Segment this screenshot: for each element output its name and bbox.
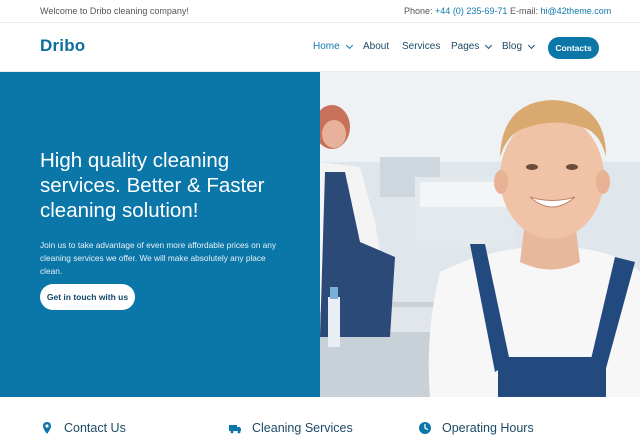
hero-description: Join us to take advantage of even more a… — [40, 240, 276, 276]
nav-label: Pages — [451, 41, 480, 52]
main-header: Dribo Home About Services Pages Blog Con… — [0, 23, 640, 72]
nav-label: Blog — [502, 41, 523, 52]
nav-item-services[interactable]: Services — [402, 41, 440, 52]
phone-label: Phone: — [404, 6, 433, 16]
chevron-down-icon — [485, 41, 493, 49]
feature-contact-us[interactable]: Contact Us — [40, 421, 126, 435]
hero-title: High quality cleaning services. Better &… — [40, 149, 265, 222]
nav-label: Home — [313, 41, 340, 52]
feature-cleaning-services[interactable]: Cleaning Services — [228, 421, 353, 435]
logo[interactable]: Dribo — [40, 36, 85, 56]
hero-section: High quality cleaning services. Better &… — [0, 72, 640, 397]
nav-item-blog[interactable]: Blog — [502, 41, 536, 52]
feature-operating-hours[interactable]: Operating Hours — [418, 421, 534, 435]
clock-icon — [419, 422, 431, 434]
email-info: E-mail: hi@42theme.com — [510, 6, 611, 16]
feature-label: Operating Hours — [442, 421, 534, 435]
welcome-text: Welcome to Dribo cleaning company! — [40, 6, 189, 16]
cleaner-photo-illustration — [320, 72, 640, 397]
email-label: E-mail: — [510, 6, 539, 16]
chevron-down-icon — [345, 41, 353, 49]
location-pin-icon — [43, 422, 51, 434]
feature-label: Contact Us — [64, 421, 126, 435]
email-link[interactable]: hi@42theme.com — [541, 6, 612, 16]
phone-link[interactable]: +44 (0) 235-69-71 — [435, 6, 507, 16]
features-strip: Contact Us Cleaning Services Operating H… — [0, 397, 640, 448]
nav-label: Services — [402, 41, 441, 52]
nav-item-about[interactable]: About — [363, 41, 389, 52]
top-bar: Welcome to Dribo cleaning company! Phone… — [0, 0, 640, 23]
feature-label: Cleaning Services — [252, 421, 353, 435]
hero-panel: High quality cleaning services. Better &… — [0, 72, 320, 397]
nav-label: About — [363, 41, 390, 52]
get-in-touch-button[interactable]: Get in touch with us — [40, 284, 135, 310]
nav-item-home[interactable]: Home — [313, 41, 353, 52]
truck-icon — [229, 425, 241, 434]
contacts-button[interactable]: Contacts — [548, 37, 599, 59]
hero-photo — [320, 72, 640, 397]
phone-info: Phone: +44 (0) 235-69-71 — [404, 6, 507, 16]
nav-item-pages[interactable]: Pages — [451, 41, 493, 52]
chevron-down-icon — [527, 41, 536, 49]
